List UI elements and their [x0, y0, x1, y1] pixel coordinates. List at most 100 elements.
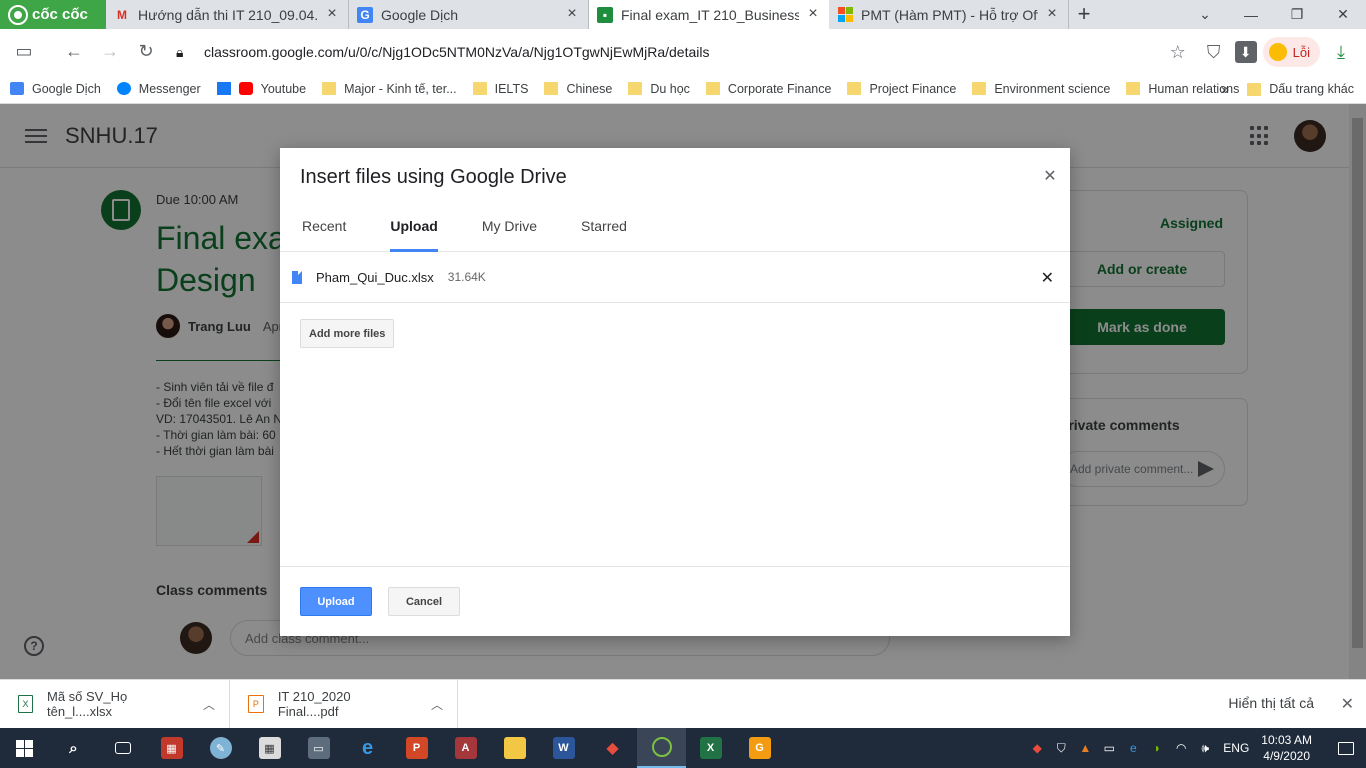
bookmark-facebook[interactable]	[216, 82, 231, 95]
nvidia-tray-icon[interactable]: ◗	[1145, 728, 1169, 768]
file-size: 31.64K	[447, 270, 486, 284]
folder-icon	[1247, 82, 1262, 96]
tab-gmail[interactable]: M Hướng dẫn thi IT 210_09.04.2 ×	[106, 0, 349, 29]
close-icon[interactable]: ✕	[1042, 166, 1058, 186]
chevron-up-icon[interactable]: ︿	[203, 696, 215, 713]
bookmark-folder-du-hoc[interactable]: Du học	[628, 82, 690, 96]
coccoc-menu-button[interactable]: cốc cốc	[0, 0, 106, 29]
close-tab-icon[interactable]: ×	[564, 5, 580, 23]
shield-icon[interactable]: ⛉	[1199, 37, 1229, 67]
app-remote-icon[interactable]: ▭	[294, 728, 343, 768]
download-extension-icon[interactable]: ⬇	[1234, 41, 1257, 63]
close-icon[interactable]: ✕	[1341, 694, 1354, 714]
folder-icon	[847, 82, 862, 95]
coccoc-taskbar-icon[interactable]	[637, 728, 686, 768]
window-controls: ⌄ — ❐ ✕	[1182, 0, 1366, 29]
system-clock[interactable]: 10:03 AM 4/9/2020	[1261, 732, 1312, 764]
app-paint-icon[interactable]: ✎	[196, 728, 245, 768]
forward-button[interactable]: →	[92, 34, 128, 70]
bookmark-messenger[interactable]: Messenger	[116, 82, 201, 96]
bookmarks-bar: Google Dịch Messenger Youtube Major - Ki…	[0, 74, 1366, 104]
bookmark-other[interactable]: Dấu trang khác	[1247, 82, 1354, 96]
folder-icon	[472, 82, 487, 95]
word-icon[interactable]: W	[539, 728, 588, 768]
bookmark-youtube[interactable]: Youtube	[238, 82, 306, 96]
volume-icon[interactable]: 🕪︎	[1193, 728, 1217, 768]
cancel-button[interactable]: Cancel	[388, 587, 460, 616]
add-more-files-button[interactable]: Add more files	[300, 319, 395, 348]
bookmark-label: Dấu trang khác	[1269, 82, 1354, 96]
tray-e-icon[interactable]: e	[1121, 728, 1145, 768]
bookmark-folder-project-finance[interactable]: Project Finance	[847, 82, 956, 96]
close-tab-icon[interactable]: ×	[805, 5, 821, 23]
tab-classroom[interactable]: ▪ Final exam_IT 210_Business Sy ×	[589, 0, 829, 29]
download-name: IT 210_2020 Final....pdf	[277, 689, 351, 719]
bookmark-folder-environment-science[interactable]: Environment science	[972, 82, 1110, 96]
close-window-button[interactable]: ✕	[1320, 0, 1366, 29]
folder-icon	[1126, 82, 1141, 95]
wifi-icon[interactable]: ◠	[1169, 728, 1193, 768]
bookmark-folder-corporate-finance[interactable]: Corporate Finance	[705, 82, 831, 96]
edge-icon[interactable]: e	[343, 728, 392, 768]
lock-icon[interactable]: 🔒︎	[176, 44, 190, 61]
profile-button[interactable]: Lỗi	[1262, 37, 1320, 67]
downloads-icon[interactable]: ⤓	[1326, 37, 1356, 67]
close-tab-icon[interactable]: ×	[324, 5, 340, 23]
tab-search-icon[interactable]: ⌄	[1182, 0, 1228, 29]
chevron-up-icon[interactable]: ︿	[431, 696, 443, 713]
bookmark-star-icon[interactable]: ☆	[1163, 37, 1193, 67]
garena-tray-icon[interactable]: ◆	[1025, 728, 1049, 768]
remove-file-icon[interactable]: ✕	[1041, 268, 1054, 288]
coccoc-logo-icon	[8, 4, 28, 25]
sidebar-toggle-icon[interactable]: ▭	[6, 34, 42, 70]
show-all-downloads-link[interactable]: Hiển thị tất cả	[1228, 695, 1314, 711]
file-explorer-icon[interactable]	[490, 728, 539, 768]
bookmark-folder-chinese[interactable]: Chinese	[544, 82, 612, 96]
language-indicator[interactable]: ENG	[1223, 741, 1249, 755]
excel-icon[interactable]: X	[686, 728, 735, 768]
download-item-pdf[interactable]: P IT 210_2020 Final....pdf ︿	[230, 679, 458, 729]
classroom-icon: ▪	[597, 6, 613, 23]
address-bar[interactable]: 🔒︎ classroom.google.com/u/0/c/Njg1ODc5NT…	[170, 35, 1220, 69]
tray-window-icon[interactable]: ▭	[1097, 728, 1121, 768]
upload-button[interactable]: Upload	[300, 587, 372, 616]
pdf-reader-icon[interactable]: G	[735, 728, 784, 768]
task-view-icon[interactable]	[98, 728, 147, 768]
app-calendar-icon[interactable]: ▦	[147, 728, 196, 768]
search-icon[interactable]: ⌕	[49, 728, 98, 768]
windows-start-icon[interactable]	[0, 728, 49, 768]
bookmark-google-dich[interactable]: Google Dịch	[10, 82, 101, 96]
clock-time: 10:03 AM	[1261, 733, 1312, 747]
bookmark-folder-major[interactable]: Major - Kinh tế, ter...	[322, 82, 457, 96]
tab-recent[interactable]: Recent	[302, 204, 346, 252]
bookmark-label: Environment science	[994, 81, 1111, 96]
toolbar-actions: ☆ ⛉ ⬇ Lỗi ⤓	[1163, 35, 1356, 69]
defender-tray-icon[interactable]: ⛉	[1049, 728, 1073, 768]
access-icon[interactable]: A	[441, 728, 490, 768]
tab-starred[interactable]: Starred	[581, 204, 627, 252]
tray-app-icon[interactable]: ▲	[1073, 728, 1097, 768]
restore-button[interactable]: ❐	[1274, 0, 1320, 29]
powerpoint-icon[interactable]: P	[392, 728, 441, 768]
bookmark-label: Du học	[650, 81, 690, 96]
bookmark-label: Project Finance	[869, 81, 957, 96]
new-tab-button[interactable]: +	[1069, 0, 1099, 29]
system-tray: ◆ ⛉ ▲ ▭ e ◗ ◠ 🕪︎ ENG 10:03 AM 4/9/2020	[1025, 728, 1366, 768]
download-item-xlsx[interactable]: X Mã số SV_Họ tên_l....xlsx ︿	[0, 679, 230, 729]
bookmark-folder-ielts[interactable]: IELTS	[472, 82, 528, 96]
calculator-icon[interactable]: ▦	[245, 728, 294, 768]
garena-icon[interactable]: ◆	[588, 728, 637, 768]
back-button[interactable]: ←	[56, 34, 92, 70]
notification-center-icon[interactable]	[1326, 728, 1366, 768]
tab-my-drive[interactable]: My Drive	[482, 204, 537, 252]
reload-button[interactable]: ↻	[128, 34, 164, 70]
browser-brand-label: cốc cốc	[32, 6, 88, 23]
close-tab-icon[interactable]: ×	[1044, 5, 1060, 23]
folder-icon	[972, 82, 987, 95]
minimize-button[interactable]: —	[1228, 0, 1274, 29]
downloads-bar: X Mã số SV_Họ tên_l....xlsx ︿ P IT 210_2…	[0, 679, 1366, 729]
tab-google-translate[interactable]: G Google Dịch ×	[349, 0, 589, 29]
bookmarks-overflow-button[interactable]: »	[1221, 81, 1229, 98]
tab-upload[interactable]: Upload	[390, 204, 439, 252]
tab-microsoft-support[interactable]: PMT (Hàm PMT) - Hỗ trợ Offi ×	[829, 0, 1069, 29]
